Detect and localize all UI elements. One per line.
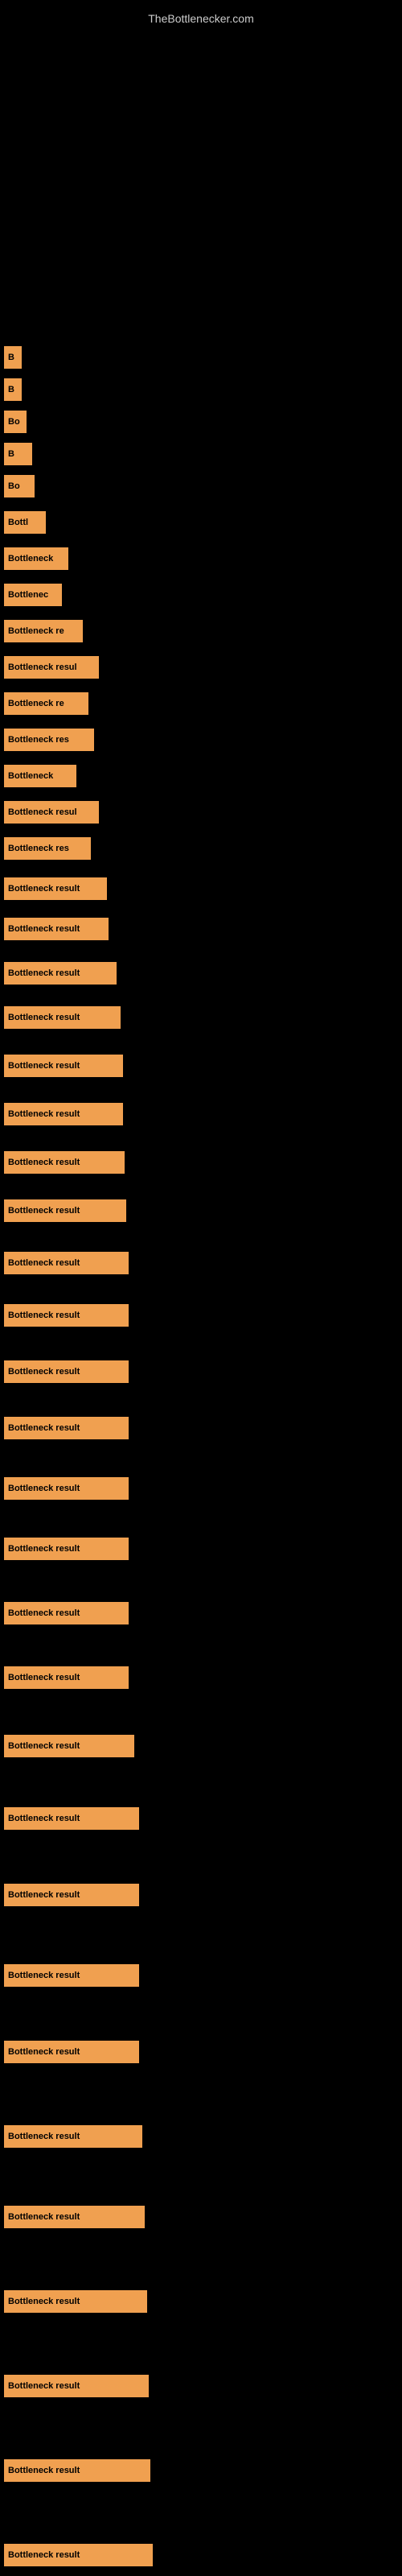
- bar-item: Bottleneck result: [4, 2290, 147, 2313]
- bar-item: Bottleneck res: [4, 837, 91, 860]
- bar-item: B: [4, 346, 22, 369]
- bar-item: Bottleneck result: [4, 1538, 129, 1560]
- bar-item: Bottleneck result: [4, 1417, 129, 1439]
- bar-item: Bottleneck result: [4, 918, 109, 940]
- bottleneck-bar: Bottleneck result: [4, 918, 109, 940]
- bar-item: Bottl: [4, 511, 46, 534]
- bottleneck-bar: Bottleneck result: [4, 1666, 129, 1689]
- bar-item: Bottleneck result: [4, 2459, 150, 2482]
- bottleneck-bar: Bottleneck result: [4, 2041, 139, 2063]
- bar-item: Bo: [4, 475, 35, 497]
- bottleneck-bar: Bottleneck result: [4, 2544, 153, 2566]
- bar-item: Bottleneck result: [4, 2544, 153, 2566]
- site-title: TheBottlenecker.com: [0, 4, 402, 29]
- bar-item: Bottleneck result: [4, 1252, 129, 1274]
- bar-item: Bottleneck result: [4, 1199, 126, 1222]
- bottleneck-bar: Bottleneck result: [4, 2206, 145, 2228]
- bottleneck-bar: Bottleneck result: [4, 1735, 134, 1757]
- bar-item: Bottleneck resul: [4, 656, 99, 679]
- bottleneck-bar: Bottleneck result: [4, 2459, 150, 2482]
- bottleneck-bar: Bottlenec: [4, 584, 62, 606]
- bottleneck-bar: Bottleneck res: [4, 729, 94, 751]
- bottleneck-bar: Bottleneck result: [4, 1538, 129, 1560]
- bottleneck-bar: Bottleneck result: [4, 1964, 139, 1987]
- bar-item: Bottleneck result: [4, 1477, 129, 1500]
- bar-item: Bottleneck result: [4, 1735, 134, 1757]
- bar-item: Bottleneck result: [4, 1964, 139, 1987]
- bottleneck-bar: Bo: [4, 475, 35, 497]
- bottleneck-bar: Bottleneck result: [4, 2125, 142, 2148]
- bar-item: Bottleneck res: [4, 729, 94, 751]
- bottleneck-bar: Bottleneck result: [4, 1055, 123, 1077]
- bar-item: Bottleneck result: [4, 1151, 125, 1174]
- bottleneck-bar: Bottleneck re: [4, 692, 88, 715]
- bottleneck-bar: Bottleneck result: [4, 1252, 129, 1274]
- bar-item: Bottleneck: [4, 547, 68, 570]
- bottleneck-bar: Bottleneck result: [4, 2375, 149, 2397]
- bar-item: Bottleneck result: [4, 2206, 145, 2228]
- bottleneck-bar: Bottleneck result: [4, 1151, 125, 1174]
- bar-item: Bo: [4, 411, 27, 433]
- bottleneck-bar: Bottleneck result: [4, 1199, 126, 1222]
- bottleneck-bar: Bottleneck result: [4, 1417, 129, 1439]
- bottleneck-bar: B: [4, 346, 22, 369]
- bar-item: Bottleneck result: [4, 877, 107, 900]
- bar-item: Bottleneck result: [4, 1602, 129, 1624]
- bottleneck-bar: Bottleneck result: [4, 1006, 121, 1029]
- bottleneck-bar: Bottleneck result: [4, 962, 117, 985]
- bottleneck-bar: Bottleneck result: [4, 1807, 139, 1830]
- bar-item: Bottleneck: [4, 765, 76, 787]
- bottleneck-bar: Bottleneck resul: [4, 801, 99, 824]
- bar-item: Bottleneck result: [4, 2375, 149, 2397]
- bar-item: Bottleneck re: [4, 692, 88, 715]
- bottleneck-bar: Bottleneck res: [4, 837, 91, 860]
- bottleneck-bar: Bottleneck result: [4, 877, 107, 900]
- bar-item: Bottleneck result: [4, 1055, 123, 1077]
- bottleneck-bar: Bottleneck: [4, 765, 76, 787]
- bottleneck-bar: Bottleneck result: [4, 2290, 147, 2313]
- bottleneck-bar: B: [4, 378, 22, 401]
- bar-item: Bottleneck result: [4, 1884, 139, 1906]
- bar-item: Bottleneck result: [4, 1006, 121, 1029]
- bar-item: B: [4, 378, 22, 401]
- bottleneck-bar: Bottleneck result: [4, 1602, 129, 1624]
- bottleneck-bar: Bo: [4, 411, 27, 433]
- bottleneck-bar: Bottleneck resul: [4, 656, 99, 679]
- bar-item: Bottleneck result: [4, 2125, 142, 2148]
- bottleneck-bar: Bottleneck result: [4, 1884, 139, 1906]
- bottleneck-bar: Bottleneck result: [4, 1360, 129, 1383]
- bar-item: Bottleneck result: [4, 1807, 139, 1830]
- bar-item: Bottleneck resul: [4, 801, 99, 824]
- bar-item: Bottleneck result: [4, 1103, 123, 1125]
- bar-item: Bottleneck result: [4, 1360, 129, 1383]
- bar-item: Bottleneck result: [4, 1666, 129, 1689]
- bottleneck-bar: Bottleneck result: [4, 1477, 129, 1500]
- bar-item: Bottleneck result: [4, 2041, 139, 2063]
- bar-item: Bottlenec: [4, 584, 62, 606]
- bottleneck-bar: Bottl: [4, 511, 46, 534]
- bottleneck-bar: Bottleneck result: [4, 1103, 123, 1125]
- bottleneck-bar: B: [4, 443, 32, 465]
- bottleneck-bar: Bottleneck result: [4, 1304, 129, 1327]
- bar-item: Bottleneck re: [4, 620, 83, 642]
- bar-item: Bottleneck result: [4, 962, 117, 985]
- bar-item: B: [4, 443, 32, 465]
- bar-item: Bottleneck result: [4, 1304, 129, 1327]
- bottleneck-bar: Bottleneck re: [4, 620, 83, 642]
- bottleneck-bar: Bottleneck: [4, 547, 68, 570]
